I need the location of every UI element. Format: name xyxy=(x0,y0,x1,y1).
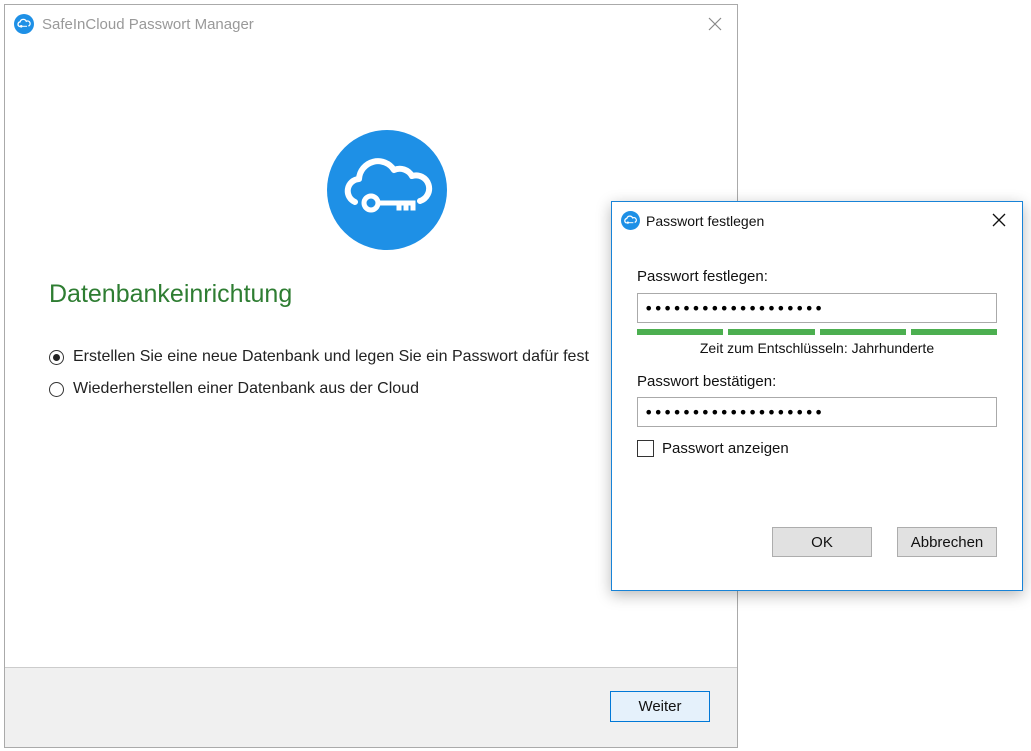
cancel-button[interactable]: Abbrechen xyxy=(897,527,997,557)
ok-button[interactable]: OK xyxy=(772,527,872,557)
next-button[interactable]: Weiter xyxy=(610,691,710,722)
confirm-password-label: Passwort bestätigen: xyxy=(637,373,777,390)
strength-segment xyxy=(728,329,815,335)
password-strength-meter xyxy=(637,329,997,335)
set-password-dialog: Passwort festlegen Passwort festlegen: Z… xyxy=(611,201,1023,591)
strength-segment xyxy=(637,329,724,335)
strength-text: Zeit zum Entschlüsseln: Jahrhunderte xyxy=(699,340,935,356)
password-label: Passwort festlegen: xyxy=(637,268,768,285)
window-title: SafeInCloud Passwort Manager xyxy=(42,16,254,33)
strength-segment xyxy=(910,329,997,335)
radio-button-selected[interactable] xyxy=(49,349,64,365)
cloud-key-logo xyxy=(327,130,447,250)
radio-button[interactable] xyxy=(49,381,64,397)
radio-label: Erstellen Sie eine neue Datenbank und le… xyxy=(73,348,589,365)
close-icon[interactable] xyxy=(990,211,1008,229)
cloud-key-icon xyxy=(621,211,640,230)
radio-label: Wiederherstellen einer Datenbank aus der… xyxy=(73,380,419,397)
confirm-password-input[interactable] xyxy=(637,397,997,427)
close-icon[interactable] xyxy=(705,14,725,34)
radio-dot xyxy=(53,353,60,361)
radio-create-database[interactable]: Erstellen Sie eine neue Datenbank und le… xyxy=(49,346,589,368)
password-input[interactable] xyxy=(637,293,997,323)
show-password-checkbox[interactable]: Passwort anzeigen xyxy=(637,440,789,457)
strength-segment xyxy=(819,329,906,335)
radio-restore-database[interactable]: Wiederherstellen einer Datenbank aus der… xyxy=(49,378,419,400)
dialog-title: Passwort festlegen xyxy=(646,213,765,229)
page-title: Datenbankeinrichtung xyxy=(49,280,293,308)
checkbox-label: Passwort anzeigen xyxy=(662,440,789,457)
dialog-titlebar[interactable]: Passwort festlegen xyxy=(612,202,1022,238)
checkbox[interactable] xyxy=(637,440,654,457)
main-titlebar[interactable]: SafeInCloud Passwort Manager xyxy=(5,5,737,43)
footer-bar: Weiter xyxy=(5,667,737,747)
cloud-key-icon xyxy=(14,14,34,34)
